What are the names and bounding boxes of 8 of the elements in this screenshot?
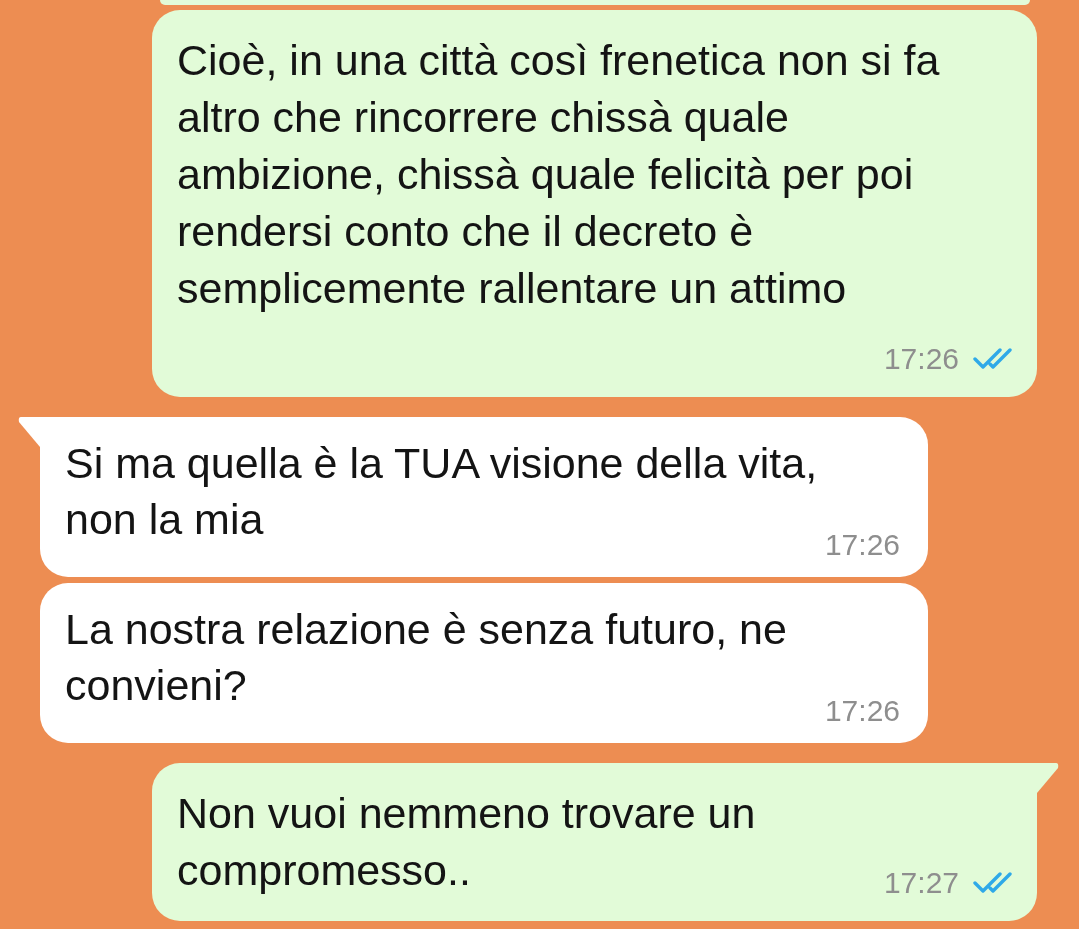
message-text: Cioè, in una città così frenetica non si fa altro che rincorrere chissà quale ambizione, chissà quale felicità per poi rendersi conto che il decreto è semplicemente rallentare un attimo	[177, 35, 941, 314]
message-text: Non vuoi nemmeno trovare un compromesso..	[177, 788, 757, 896]
message-text: Si ma quella è la TUA visione della vita, non la mia	[65, 438, 819, 545]
timestamp: 17:26	[824, 527, 900, 563]
message-text: La nostra relazione è senza futuro, ne convieni?	[65, 604, 788, 711]
timestamp: 17:27	[883, 865, 959, 901]
timestamp: 17:26	[883, 341, 959, 377]
timestamp: 17:26	[824, 693, 900, 729]
